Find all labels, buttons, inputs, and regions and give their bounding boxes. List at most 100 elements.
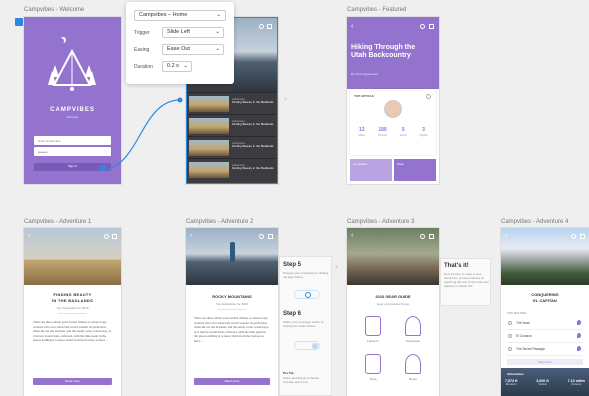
- prototype-wire[interactable]: [100, 95, 190, 175]
- back-arrow-icon-a3[interactable]: ‹: [351, 232, 353, 239]
- interaction-row-value: Ease Out: [167, 46, 190, 52]
- share-icon-a2[interactable]: [268, 234, 273, 239]
- list-item-thumbnail: [189, 162, 229, 178]
- info-panel: Information 7,573 ft Elevation 3,000 ft Ver…: [501, 368, 589, 396]
- artboard-adventure4[interactable]: ‹ CONQUERING EL CAPITAN TOP ROUTES The N…: [501, 228, 589, 396]
- email-placeholder: Enter Email Here: [38, 139, 61, 143]
- interaction-row-select[interactable]: Ease Out ⌄: [162, 44, 224, 55]
- search-icon-a4[interactable]: [571, 234, 576, 239]
- card-section-label: TOP ARTICLE: [354, 94, 374, 98]
- search-icon-featured[interactable]: [420, 24, 425, 29]
- routes-section-label: TOP ROUTES: [507, 311, 527, 315]
- a3-byline: Gear and preview lineup: [376, 302, 410, 306]
- info-stat-label: Elevation: [505, 383, 517, 386]
- artboard-label-adventure3[interactable]: Campvibes - Adventure 3: [347, 219, 414, 225]
- info-title: Information: [507, 372, 524, 376]
- step6-text: Share your prototype online by clicking …: [283, 320, 324, 328]
- interaction-row-select[interactable]: 0.2 s ⌄: [162, 61, 192, 72]
- campsites-card[interactable]: Campsites: [350, 159, 392, 181]
- route-item[interactable]: The Nose: [507, 317, 583, 330]
- artboard-label-featured[interactable]: Campvibes - Featured: [347, 7, 406, 13]
- artboard-label-adventure2[interactable]: Campvibes - Adventure 2: [186, 219, 253, 225]
- artboard-label-adventure1[interactable]: Campvibes - Adventure 1: [24, 219, 91, 225]
- back-arrow-icon-a4[interactable]: ‹: [505, 232, 507, 239]
- stat-label: Photos: [378, 133, 387, 137]
- a4-title-line1: CONQUERING: [531, 292, 559, 297]
- routes-list: The Nose El Corazon The Secret Passage: [507, 317, 583, 356]
- share-control[interactable]: [294, 341, 320, 350]
- artboard-adventure2[interactable]: ‹ ROCKY MOUNTAINS Top destination for 20…: [186, 228, 278, 396]
- interaction-rows: Trigger Slide Left ⌄ Easing Ease Out ⌄ Duratio…: [134, 26, 226, 77]
- search-icon-a2[interactable]: [259, 234, 264, 239]
- stat-item: 180 Photos: [378, 127, 387, 137]
- list-item-thumbnail: [189, 118, 229, 134]
- share-icon[interactable]: [267, 24, 272, 29]
- gear-icon-1: [405, 316, 421, 336]
- artboard-label-adventure4[interactable]: Campvibes - Adventure 4: [501, 219, 568, 225]
- gear-label: Tents: [369, 377, 377, 381]
- a1-body: There are three whole years in this clim…: [33, 320, 112, 343]
- gear-icon[interactable]: [426, 94, 431, 99]
- see-more-button[interactable]: See more: [507, 359, 583, 365]
- chevron-down-icon: ⌄: [215, 46, 220, 52]
- thats-it-title: That's it!: [444, 263, 469, 269]
- back-arrow-icon-a2[interactable]: ‹: [190, 232, 192, 239]
- gear-item[interactable]: Outerwear: [393, 312, 433, 350]
- interaction-row-label: Trigger: [134, 30, 150, 36]
- share-icon-a3[interactable]: [429, 234, 434, 239]
- gear-icon-0: [365, 316, 381, 336]
- home-list-item[interactable]: Adventure Finding Beauty in the Badlands: [187, 158, 277, 180]
- pro-tip-title: Pro Tip:: [283, 371, 295, 375]
- chevron-down-icon: ⌄: [216, 12, 221, 18]
- share-icon-a4[interactable]: [580, 234, 585, 239]
- artboard-featured[interactable]: ‹ Hiking Through the Utah Backcountry By…: [347, 17, 439, 184]
- gear-card[interactable]: Gear: [394, 159, 436, 181]
- share-button-icon[interactable]: [312, 343, 318, 349]
- info-stat-label: Distance: [571, 383, 582, 386]
- campsites-label: Campsites: [353, 162, 368, 166]
- route-name: The Secret Passage: [516, 347, 545, 351]
- interaction-row-value: 0.2 s: [167, 63, 179, 69]
- search-icon-a1[interactable]: [104, 234, 109, 239]
- share-icon-a1[interactable]: [112, 234, 117, 239]
- target-select[interactable]: Campvibes – Home ⌄: [134, 10, 226, 21]
- artboard-label-welcome[interactable]: Campvibes - Welcome: [24, 7, 84, 13]
- tent-logo-icon: [48, 48, 96, 91]
- share-icon-featured[interactable]: [429, 24, 434, 29]
- a2-body: There are three whole years in this clim…: [194, 316, 269, 343]
- search-icon-a3[interactable]: [420, 234, 425, 239]
- home-list-item[interactable]: Adventure Finding Beauty in the Badlands: [187, 92, 277, 114]
- info-stat: 3,000 ft Vertical: [536, 379, 548, 386]
- home-artboard-icon[interactable]: [15, 18, 23, 26]
- interaction-row-select[interactable]: Slide Left ⌄: [162, 27, 224, 38]
- thats-it-card: That's it! Now it's time to make a new d…: [440, 258, 491, 306]
- route-item[interactable]: El Corazon: [507, 330, 583, 343]
- play-icon[interactable]: [305, 292, 311, 298]
- back-arrow-icon[interactable]: ‹: [351, 23, 353, 30]
- route-name: The Nose: [516, 321, 530, 325]
- artboard-adventure3[interactable]: ‹ 2016 GEAR GUIDE Gear and preview lineu…: [347, 228, 439, 396]
- artboard-adventure1[interactable]: ‹ FINDING BEAUTY IN THE BADLANDS Top des…: [24, 228, 121, 396]
- home-list-item[interactable]: Adventure Finding Beauty in the Badlands: [187, 114, 277, 136]
- back-arrow-icon-a1[interactable]: ‹: [28, 232, 30, 239]
- chevron-right-icon-2: ›: [335, 262, 338, 271]
- a1-title-line2: IN THE BADLANDS: [51, 298, 94, 303]
- gear-item[interactable]: Tents: [353, 350, 393, 388]
- gear-label: Gear: [397, 162, 404, 166]
- interaction-panel: Campvibes – Home ⌄ Trigger Slide Left ⌄ Eas…: [126, 2, 234, 84]
- stat-item: 5 Days: [400, 127, 406, 137]
- map-pin-icon: [577, 333, 581, 338]
- password-value: •••••••••: [38, 150, 48, 154]
- stat-label: Nights: [419, 133, 428, 137]
- search-icon[interactable]: [259, 24, 264, 29]
- a1-read-more-button[interactable]: Read more: [33, 378, 112, 385]
- route-item[interactable]: The Secret Passage: [507, 343, 583, 356]
- home-list-item[interactable]: Adventure Finding Beauty in the Badlands: [187, 136, 277, 158]
- play-control[interactable]: [294, 290, 320, 299]
- gear-item[interactable]: Boots: [393, 350, 433, 388]
- author-card: TOP ARTICLE 13 Miles 180 Photos 5 Days 3 Nights: [350, 89, 436, 155]
- wire-handle[interactable]: [100, 165, 106, 171]
- gear-item[interactable]: Lanterns: [353, 312, 393, 350]
- a2-read-more-button[interactable]: Read more: [194, 378, 270, 385]
- map-pin-icon: [577, 346, 581, 351]
